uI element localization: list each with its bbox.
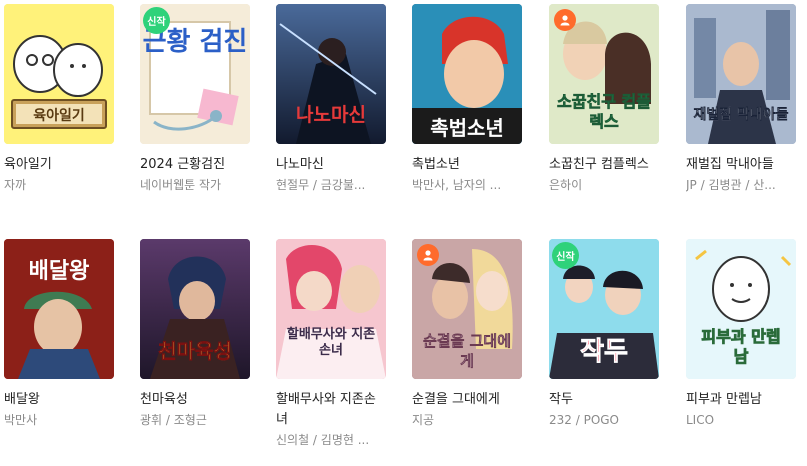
webtoon-title[interactable]: 2024 근황검진	[140, 155, 250, 175]
webtoon-title[interactable]: 육아일기	[4, 155, 114, 175]
webtoon-card[interactable]: 천마육성 천마육성 광휘 / 조형근	[140, 239, 250, 429]
webtoon-thumbnail[interactable]: 나노마신	[276, 4, 386, 144]
webtoon-thumbnail[interactable]: 촉법소년	[412, 4, 522, 144]
cover-title: 천마육성	[158, 339, 232, 364]
webtoon-author[interactable]: 은하이	[549, 176, 659, 194]
webtoon-title[interactable]: 소꿉친구 컴플렉스	[549, 155, 659, 175]
webtoon-title[interactable]: 작두	[549, 390, 659, 410]
webtoon-author[interactable]: 현절무 / 금강불...	[276, 176, 386, 194]
webtoon-card[interactable]: 재벌집 막내아들 재벌집 막내아들 JP / 김병관 / 산...	[686, 4, 796, 194]
webtoon-card[interactable]: 소꿉친구 컴플렉스 소꿉친구 컴플렉스 은하이	[549, 4, 659, 194]
webtoon-thumbnail[interactable]: 육아일기	[4, 4, 114, 144]
webtoon-card[interactable]: 작두 신작 작두 232 / POGO	[549, 239, 659, 429]
webtoon-author[interactable]: 지공	[412, 411, 522, 429]
new-badge: 신작	[552, 242, 579, 269]
webtoon-card[interactable]: 순결을 그대에게 순결을 그대에게 지공	[412, 239, 522, 429]
webtoon-thumbnail[interactable]: 순결을 그대에게	[412, 239, 522, 379]
webtoon-thumbnail[interactable]: 천마육성	[140, 239, 250, 379]
webtoon-author[interactable]: 네이버웹툰 작가	[140, 176, 250, 194]
cover-title: 작두	[580, 337, 629, 368]
webtoon-title[interactable]: 할배무사와 지존손녀	[276, 390, 386, 430]
cover-title: 촉법소년	[430, 116, 504, 140]
webtoon-author[interactable]: 광휘 / 조형근	[140, 411, 250, 429]
webtoon-title[interactable]: 촉법소년	[412, 155, 522, 175]
webtoon-thumbnail[interactable]: 배달왕	[4, 239, 114, 379]
webtoon-title[interactable]: 피부과 만렙남	[686, 390, 796, 410]
webtoon-thumbnail[interactable]: 소꿉친구 컴플렉스	[549, 4, 659, 144]
webtoon-title[interactable]: 배달왕	[4, 390, 114, 410]
webtoon-card[interactable]: 근황 검진 신작 2024 근황검진 네이버웹툰 작가	[140, 4, 250, 194]
person-icon	[560, 15, 570, 26]
webtoon-thumbnail[interactable]: 근황 검진 신작	[140, 4, 250, 144]
webtoon-author[interactable]: LICO	[686, 411, 796, 429]
webtoon-card[interactable]: 촉법소년 촉법소년 박만사, 남자의 ...	[412, 4, 522, 194]
webtoon-title[interactable]: 재벌집 막내아들	[686, 155, 796, 175]
webtoon-title[interactable]: 천마육성	[140, 390, 250, 410]
cover-title: 나노마신	[296, 104, 366, 126]
cover-title: 피부과 만렙남	[701, 327, 781, 367]
webtoon-author[interactable]: 자까	[4, 176, 114, 194]
cover-title: 순결을 그대에게	[422, 332, 512, 370]
webtoon-title[interactable]: 나노마신	[276, 155, 386, 175]
webtoon-thumbnail[interactable]: 재벌집 막내아들	[686, 4, 796, 144]
webtoon-thumbnail[interactable]: 피부과 만렙남	[686, 239, 796, 379]
cover-title: 소꿉친구 컴플렉스	[557, 92, 651, 132]
webtoon-card[interactable]: 할배무사와 지존손녀 할배무사와 지존손녀 신의철 / 김명현 ...	[276, 239, 386, 449]
webtoon-author[interactable]: 신의철 / 김명현 ...	[276, 431, 386, 449]
adult-badge	[417, 244, 439, 266]
webtoon-author[interactable]: JP / 김병관 / 산...	[686, 176, 796, 194]
webtoon-card[interactable]: 나노마신 나노마신 현절무 / 금강불...	[276, 4, 386, 194]
webtoon-author[interactable]: 박만사, 남자의 ...	[412, 176, 522, 194]
cover-title: 할배무사와 지존손녀	[286, 327, 376, 358]
webtoon-author[interactable]: 박만사	[4, 411, 114, 429]
adult-badge	[554, 9, 576, 31]
webtoon-grid: 육아일기 육아일기 자까 근황 검진 신작 2024 근황검진 네이버웹툰 작가	[0, 0, 807, 466]
webtoon-thumbnail[interactable]: 작두 신작	[549, 239, 659, 379]
new-badge: 신작	[143, 7, 170, 34]
cover-title: 육아일기	[33, 108, 85, 124]
webtoon-thumbnail[interactable]: 할배무사와 지존손녀	[276, 239, 386, 379]
webtoon-author[interactable]: 232 / POGO	[549, 411, 659, 429]
webtoon-card[interactable]: 육아일기 육아일기 자까	[4, 4, 114, 194]
webtoon-title[interactable]: 순결을 그대에게	[412, 390, 522, 410]
person-icon	[423, 250, 433, 261]
webtoon-card[interactable]: 피부과 만렙남 피부과 만렙남 LICO	[686, 239, 796, 429]
webtoon-card[interactable]: 배달왕 배달왕 박만사	[4, 239, 114, 429]
cover-title: 배달왕	[28, 259, 90, 284]
cover-title: 재벌집 막내아들	[693, 107, 789, 123]
